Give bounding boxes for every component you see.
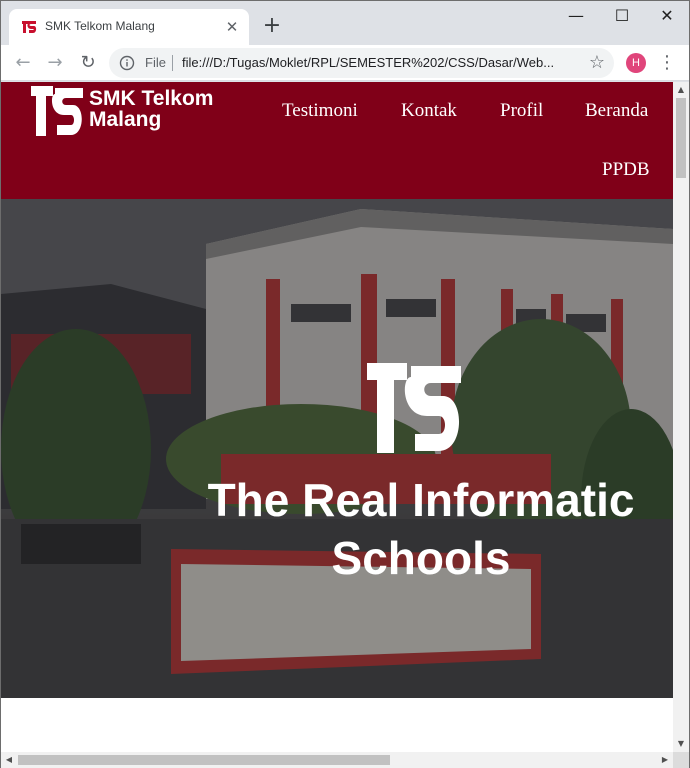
scrollbar-corner — [673, 752, 689, 768]
brand-name[interactable]: SMK Telkom Malang — [89, 88, 239, 130]
telkom-school-emblem-icon — [367, 363, 461, 453]
window-close-icon[interactable]: ✕ — [644, 1, 690, 31]
brand-name-line1: SMK Telkom — [89, 87, 214, 110]
url-text[interactable]: file:///D:/Tugas/Moklet/RPL/SEMESTER%202… — [182, 55, 582, 70]
browser-tab[interactable]: SMK Telkom Malang ✕ — [9, 9, 249, 45]
tab-close-icon[interactable]: ✕ — [223, 18, 241, 36]
nav-link-beranda[interactable]: Beranda — [585, 100, 648, 122]
hero-overlay — [1, 199, 673, 698]
tab-strip: SMK Telkom Malang ✕ + — ☐ ✕ — [1, 1, 689, 45]
forward-icon[interactable]: → — [43, 51, 67, 75]
reload-icon[interactable]: ↻ — [76, 51, 100, 75]
profile-avatar[interactable]: H — [626, 53, 646, 73]
site-header: SMK Telkom Malang Testimoni Kontak Profi… — [1, 82, 673, 199]
address-bar[interactable]: File file:///D:/Tugas/Moklet/RPL/SEMESTE… — [109, 48, 614, 78]
back-icon[interactable]: ← — [11, 51, 35, 75]
address-divider — [172, 55, 173, 71]
browser-menu-icon[interactable]: ⋮ — [657, 51, 677, 75]
new-tab-icon[interactable]: + — [261, 15, 283, 37]
telkom-favicon-icon — [21, 19, 37, 35]
hero-title-line2: Schools — [331, 532, 511, 584]
info-icon[interactable] — [119, 55, 135, 71]
nav-link-testimoni[interactable]: Testimoni — [282, 100, 358, 122]
maximize-icon[interactable]: ☐ — [599, 1, 645, 31]
bookmark-star-icon[interactable]: ☆ — [587, 52, 607, 74]
telkom-school-logo-icon[interactable] — [31, 86, 83, 136]
nav-link-kontak[interactable]: Kontak — [401, 100, 457, 122]
hero-title: The Real Informatic Schools — [161, 471, 673, 587]
nav-link-ppdb[interactable]: PPDB — [602, 159, 650, 181]
scroll-down-arrow-icon[interactable]: ▼ — [673, 736, 689, 752]
horizontal-scroll-thumb[interactable] — [18, 755, 390, 765]
scroll-up-arrow-icon[interactable]: ▲ — [673, 82, 689, 98]
browser-window: SMK Telkom Malang ✕ + — ☐ ✕ ← → ↻ File f… — [0, 0, 690, 768]
brand-name-line2: Malang — [89, 108, 162, 131]
vertical-scrollbar[interactable]: ▲ ▼ — [673, 82, 689, 752]
vertical-scroll-thumb[interactable] — [676, 98, 686, 178]
tab-title: SMK Telkom Malang — [45, 19, 155, 33]
url-scheme-label: File — [145, 55, 166, 70]
minimize-icon[interactable]: — — [553, 1, 599, 31]
scroll-right-arrow-icon[interactable]: ▶ — [657, 752, 673, 768]
browser-toolbar: ← → ↻ File file:///D:/Tugas/Moklet/RPL/S… — [1, 45, 689, 81]
page-viewport: SMK Telkom Malang Testimoni Kontak Profi… — [1, 82, 673, 752]
hero-banner: The Real Informatic Schools — [1, 199, 673, 698]
hero-title-line1: The Real Informatic — [207, 474, 635, 526]
scroll-left-arrow-icon[interactable]: ◀ — [1, 752, 17, 768]
horizontal-scrollbar[interactable]: ◀ ▶ — [1, 752, 673, 768]
nav-link-profil[interactable]: Profil — [500, 100, 543, 122]
